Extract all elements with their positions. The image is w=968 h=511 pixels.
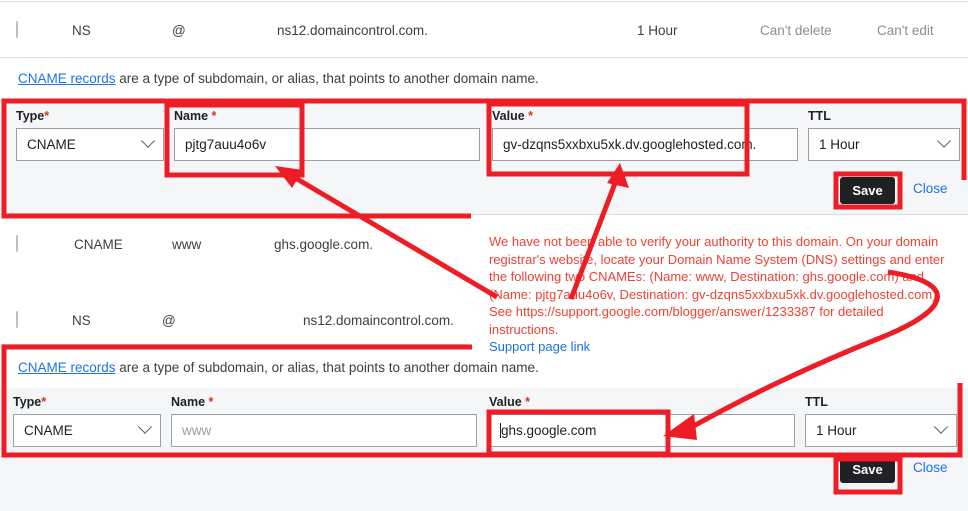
row-value: ghs.google.com.: [274, 236, 374, 252]
value-input-top[interactable]: gv-dzqns5xxbxu5xk.dv.googlehosted.com.: [492, 128, 798, 161]
row-edit-state: Can't edit: [877, 22, 934, 38]
ttl-select-bottom[interactable]: 1 Hour: [805, 414, 957, 447]
value-field-top: Value * gv-dzqns5xxbxu5xk.dv.googlehoste…: [492, 109, 798, 161]
cname-note-text: are a type of subdomain, or alias, that …: [115, 360, 539, 375]
chevron-down-icon: [137, 419, 153, 434]
close-button-top[interactable]: Close: [913, 181, 948, 196]
row-separator: [0, 57, 968, 58]
name-input-value-bottom: www: [182, 423, 212, 438]
name-label-bottom: Name *: [171, 395, 214, 409]
row-delete-state: Can't delete: [760, 22, 832, 38]
value-label-bottom: Value *: [489, 395, 531, 409]
ttl-select-value-top: 1 Hour: [819, 137, 860, 152]
chevron-down-icon: [936, 133, 952, 148]
ttl-label-top: TTL: [808, 109, 831, 123]
row-type: CNAME: [74, 236, 123, 252]
type-field-top: Type* CNAME: [16, 109, 164, 161]
value-label-top: Value *: [492, 109, 534, 123]
type-select-value-bottom: CNAME: [24, 423, 73, 438]
close-button-bottom[interactable]: Close: [913, 460, 948, 475]
value-input-bottom[interactable]: ghs.google.com: [489, 414, 795, 447]
row-separator: [0, 344, 470, 345]
cname-records-link[interactable]: CNAME records: [18, 71, 116, 86]
edit-form-bottom: Type* CNAME Name * www Value * ghs.googl…: [0, 388, 968, 511]
row-value: ns12.domaincontrol.com.: [303, 312, 454, 328]
ttl-label-bottom: TTL: [805, 395, 828, 409]
cname-records-link[interactable]: CNAME records: [18, 360, 116, 375]
verify-authority-message: We have not been able to verify your aut…: [489, 233, 951, 356]
ttl-field-bottom: TTL 1 Hour: [805, 395, 957, 447]
value-input-value-bottom: ghs.google.com: [501, 423, 597, 438]
cname-note-bottom: CNAME records are a type of subdomain, o…: [18, 360, 539, 375]
chevron-down-icon: [140, 133, 156, 148]
ttl-select-value-bottom: 1 Hour: [816, 423, 857, 438]
row-checkbox[interactable]: [16, 235, 18, 252]
row-type: NS: [72, 312, 91, 328]
row-value: ns12.domaincontrol.com.: [277, 22, 428, 38]
value-input-value-top: gv-dzqns5xxbxu5xk.dv.googlehosted.com.: [503, 137, 757, 152]
edit-form-top: Type* CNAME Name * pjtg7auu4o6v Value * …: [0, 99, 968, 214]
type-label-top: Type*: [16, 109, 50, 123]
row-name: @: [172, 22, 186, 38]
type-select-value-top: CNAME: [27, 137, 76, 152]
value-field-bottom: Value * ghs.google.com: [489, 395, 795, 447]
row-name: www: [172, 236, 202, 252]
row-ttl: 1 Hour: [637, 22, 678, 38]
cname-note-text: are a type of subdomain, or alias, that …: [115, 71, 539, 86]
type-select-bottom[interactable]: CNAME: [13, 414, 161, 447]
row-name: @: [162, 312, 176, 328]
name-field-top: Name * pjtg7auu4o6v: [174, 109, 480, 161]
name-field-bottom: Name * www: [171, 395, 477, 447]
support-page-link[interactable]: Support page link: [489, 338, 951, 356]
row-checkbox[interactable]: [16, 21, 18, 38]
type-field-bottom: Type* CNAME: [13, 395, 161, 447]
name-input-bottom[interactable]: www: [171, 414, 477, 447]
type-select-top[interactable]: CNAME: [16, 128, 164, 161]
save-button-bottom[interactable]: Save: [840, 456, 895, 483]
ttl-select-top[interactable]: 1 Hour: [808, 128, 960, 161]
save-button-top[interactable]: Save: [840, 177, 895, 204]
cname-note-top: CNAME records are a type of subdomain, o…: [18, 71, 539, 86]
verify-message-body: We have not been able to verify your aut…: [489, 234, 945, 337]
row-type: NS: [72, 22, 91, 38]
ttl-field-top: TTL 1 Hour: [808, 109, 960, 161]
dns-records-screen: NS @ ns12.domaincontrol.com. 1 Hour Can'…: [0, 0, 968, 511]
row-checkbox[interactable]: [16, 311, 18, 328]
chevron-down-icon: [933, 419, 949, 434]
type-label-bottom: Type*: [13, 395, 47, 409]
name-input-top[interactable]: pjtg7auu4o6v: [174, 128, 480, 161]
table-row[interactable]: NS @ ns12.domaincontrol.com. 1 Hour Can'…: [0, 2, 968, 58]
name-input-value-top: pjtg7auu4o6v: [185, 137, 267, 152]
row-separator: [0, 214, 968, 215]
name-label-top: Name *: [174, 109, 217, 123]
